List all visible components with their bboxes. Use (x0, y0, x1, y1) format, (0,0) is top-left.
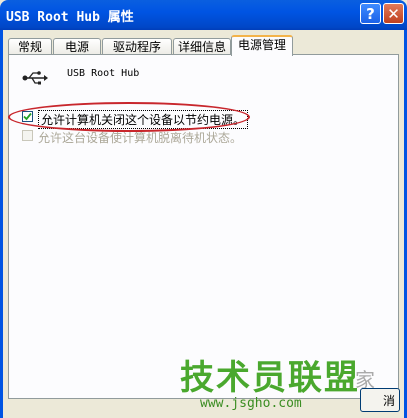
title-bar: USB Root Hub 属性 ? ✕ (0, 0, 407, 30)
tab-general[interactable]: 常规 (8, 38, 52, 55)
highlight-ellipse (8, 102, 250, 132)
tab-details[interactable]: 详细信息 (173, 38, 231, 55)
tab-driver[interactable]: 驱动程序 (102, 38, 172, 55)
device-name: USB Root Hub (67, 68, 140, 79)
window-title: USB Root Hub 属性 (6, 10, 134, 25)
watermark-logo: 技术员联盟 (180, 358, 360, 398)
help-button[interactable]: ? (360, 3, 381, 24)
watermark-url: www.jsgho.com (200, 396, 302, 411)
close-button[interactable]: ✕ (383, 3, 404, 24)
allow-wake-checkbox (22, 130, 33, 141)
tab-power-management[interactable]: 电源管理 (231, 35, 293, 56)
cancel-button-fragment[interactable]: 消 (360, 388, 400, 412)
usb-icon (22, 70, 48, 89)
tab-power[interactable]: 电源 (53, 38, 101, 55)
